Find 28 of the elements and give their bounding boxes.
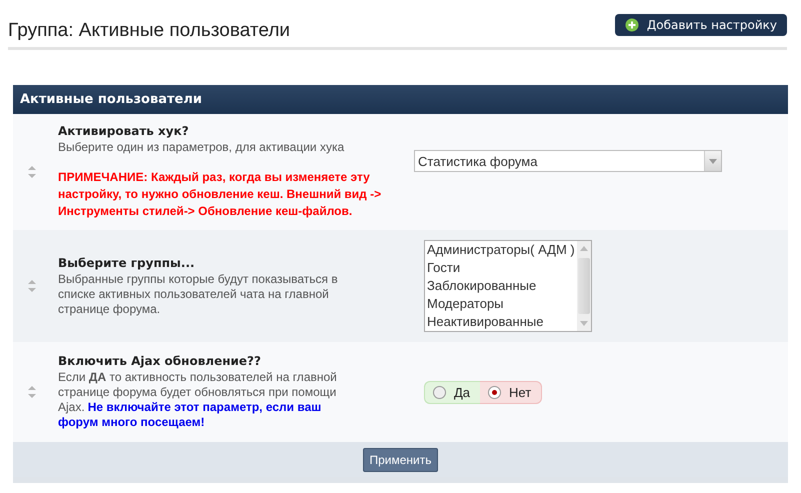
drag-handle-icon[interactable] <box>28 166 36 178</box>
list-option[interactable]: Заблокированные <box>425 277 577 295</box>
add-setting-button[interactable]: Добавить настройку <box>614 14 787 36</box>
drag-handle-icon[interactable] <box>28 280 36 292</box>
list-option[interactable]: Администраторы( АДМ ) <box>425 241 577 259</box>
setting-description: Выберите один из параметров, для активации хука <box>58 140 346 155</box>
drag-handle-icon[interactable] <box>28 386 36 398</box>
select-field[interactable]: Статистика форума <box>414 150 722 172</box>
setting-label: Выберите группы... <box>58 256 196 270</box>
dropdown-arrow-icon <box>709 158 717 164</box>
list-option[interactable]: Модераторы <box>425 295 577 313</box>
apply-button[interactable]: Применить <box>363 448 438 472</box>
scroll-down-icon[interactable] <box>580 321 588 326</box>
no-radio[interactable]: Нет <box>480 380 542 404</box>
setting-label: Включить Ajax обновление?? <box>58 354 262 368</box>
setting-label: Активировать хук? <box>58 124 190 138</box>
page-title: Группа: Активные пользователи <box>8 20 290 42</box>
plus-icon <box>624 18 639 32</box>
group-listbox[interactable]: Администраторы( АДМ ) Гости Заблокированные Модераторы Неактивированные <box>424 240 592 332</box>
list-option[interactable]: Неактивированные <box>425 313 577 331</box>
scroll-up-icon[interactable] <box>580 246 588 251</box>
yes-radio[interactable]: Да <box>424 380 480 404</box>
list-option[interactable]: Гости <box>425 259 577 277</box>
setting-description: Если ДА то активность пользователей на главной странице форума будет обновляться при помощи Ajax. Не включайте этот параметр, если ваш форум много посещаем! <box>58 370 338 430</box>
panel-header: Активные пользователи <box>13 85 788 114</box>
setting-description: Выбранные группы которые будут показываться в списке активных пользователей чата на главной странице форума. <box>58 272 339 316</box>
setting-note: ПРИМЕЧАНИЕ: Каждый раз, когда вы изменяете эту настройку, то нужно обновление кеш. Внешний вид -> Инструменты стилей-> Обновление кеш-файлов. <box>58 169 382 220</box>
scrollbar[interactable] <box>576 241 591 331</box>
